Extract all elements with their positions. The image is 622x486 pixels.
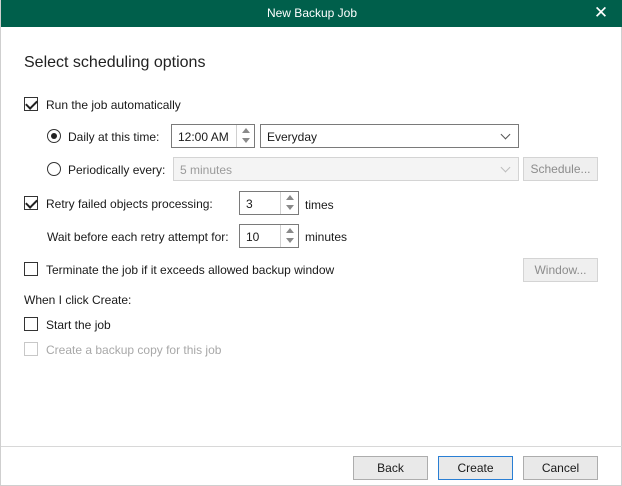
chevron-down-icon <box>500 130 512 142</box>
day-option-dropdown[interactable]: Everyday <box>260 124 519 148</box>
close-icon[interactable]: ✕ <box>593 4 609 22</box>
periodically-label: Periodically every: <box>68 163 166 177</box>
wait-up-icon[interactable] <box>281 225 299 236</box>
retry-label: Retry failed objects processing: <box>46 197 213 211</box>
new-backup-job-dialog: New Backup Job ✕ Select scheduling optio… <box>0 0 622 486</box>
window-button[interactable]: Window... <box>523 258 598 282</box>
window-title: New Backup Job <box>266 6 358 20</box>
wait-spinner <box>280 225 298 247</box>
time-down-icon[interactable] <box>237 136 255 147</box>
start-job-checkbox[interactable] <box>24 317 38 331</box>
time-spinner <box>236 125 254 147</box>
page-heading: Select scheduling options <box>24 54 206 71</box>
day-option-value: Everyday <box>267 130 318 144</box>
period-dropdown[interactable]: 5 minutes <box>173 157 519 181</box>
periodically-radio[interactable] <box>47 162 61 176</box>
title-bar: New Backup Job ✕ <box>1 0 622 27</box>
backup-copy-checkbox[interactable] <box>24 342 38 356</box>
wait-label: Wait before each retry attempt for: <box>47 230 229 244</box>
start-job-label: Start the job <box>46 318 111 332</box>
schedule-button[interactable]: Schedule... <box>523 157 598 181</box>
period-value: 5 minutes <box>180 163 233 177</box>
on-create-heading: When I click Create: <box>24 293 132 307</box>
daily-time-value: 12:00 AM <box>178 130 229 144</box>
retry-count-stepper[interactable]: 3 <box>239 191 299 215</box>
run-automatically-checkbox[interactable] <box>24 97 38 111</box>
daily-radio[interactable] <box>47 129 61 143</box>
retry-checkbox[interactable] <box>24 196 38 210</box>
terminate-checkbox[interactable] <box>24 262 38 276</box>
retry-up-icon[interactable] <box>281 192 299 203</box>
wait-unit-label: minutes <box>305 230 348 244</box>
retry-down-icon[interactable] <box>281 203 299 214</box>
backup-copy-label: Create a backup copy for this job <box>46 343 222 357</box>
wait-down-icon[interactable] <box>281 236 299 247</box>
retry-spinner <box>280 192 298 214</box>
retry-count-value: 3 <box>246 197 253 211</box>
back-button[interactable]: Back <box>353 456 428 480</box>
daily-time-stepper[interactable]: 12:00 AM <box>171 124 255 148</box>
terminate-label: Terminate the job if it exceeds allowed … <box>46 263 335 277</box>
daily-label: Daily at this time: <box>68 130 160 144</box>
time-up-icon[interactable] <box>237 125 255 136</box>
cancel-button[interactable]: Cancel <box>523 456 598 480</box>
wait-stepper[interactable]: 10 <box>239 224 299 248</box>
create-button[interactable]: Create <box>438 456 513 480</box>
run-automatically-label: Run the job automatically <box>46 98 181 112</box>
footer-divider <box>1 446 622 447</box>
chevron-down-icon <box>500 163 512 175</box>
wait-value: 10 <box>246 230 260 244</box>
retry-unit-label: times <box>305 198 334 212</box>
